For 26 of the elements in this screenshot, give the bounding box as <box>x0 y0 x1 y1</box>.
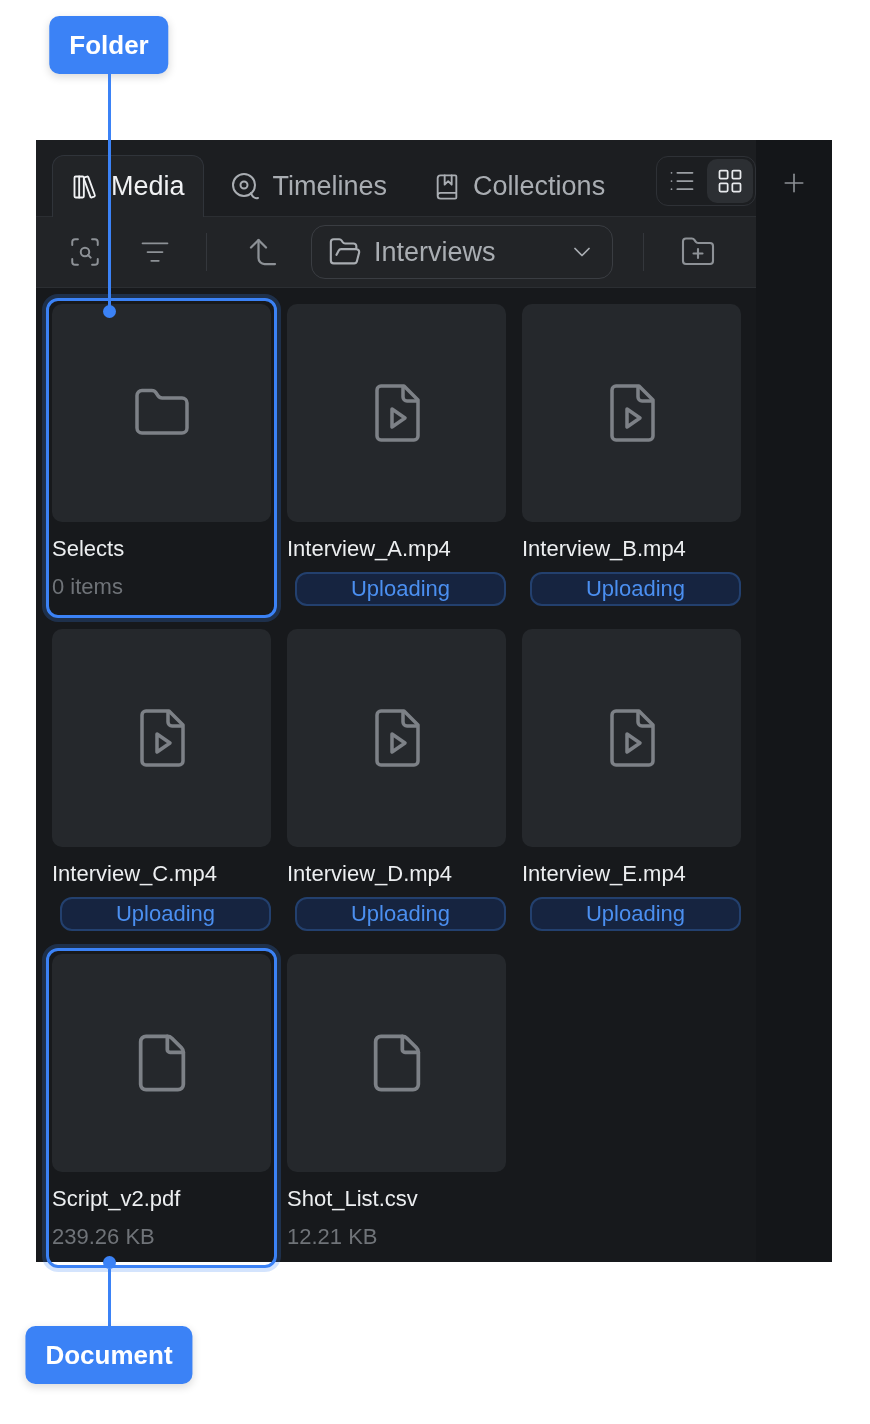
location-dropdown[interactable]: Interviews <box>311 225 613 280</box>
tab[interactable]: Media <box>52 155 204 218</box>
file-name: Script_v2.pdf <box>52 1186 182 1212</box>
callout-label: Document <box>25 1326 193 1384</box>
status-badge: Uploading <box>530 897 741 931</box>
grid-view-button[interactable] <box>707 159 753 203</box>
reel-icon <box>230 171 261 202</box>
file-detail: 0 items <box>52 574 124 600</box>
file-name: Shot_List.csv <box>287 1186 419 1212</box>
status-badge: Uploading <box>530 572 741 606</box>
file-name: Interview_B.mp4 <box>522 536 687 562</box>
tab[interactable]: Timelines <box>211 155 407 218</box>
tab[interactable]: Collections <box>414 155 625 218</box>
file-detail: 239.26 KB <box>52 1224 156 1250</box>
file-name: Selects <box>52 536 126 562</box>
callout-label: Folder <box>49 16 169 74</box>
file-name: Interview_D.mp4 <box>287 861 454 887</box>
status-badge: Uploading <box>295 897 506 931</box>
status-badge: Uploading <box>295 572 506 606</box>
file-name: Interview_A.mp4 <box>287 536 452 562</box>
leader-line <box>108 1269 111 1326</box>
file-name: Interview_E.mp4 <box>522 861 687 887</box>
file-detail: 12.21 KB <box>287 1224 379 1250</box>
status-badge: Uploading <box>60 897 271 931</box>
grid-icon <box>716 167 744 195</box>
file-name: Interview_C.mp4 <box>52 861 219 887</box>
